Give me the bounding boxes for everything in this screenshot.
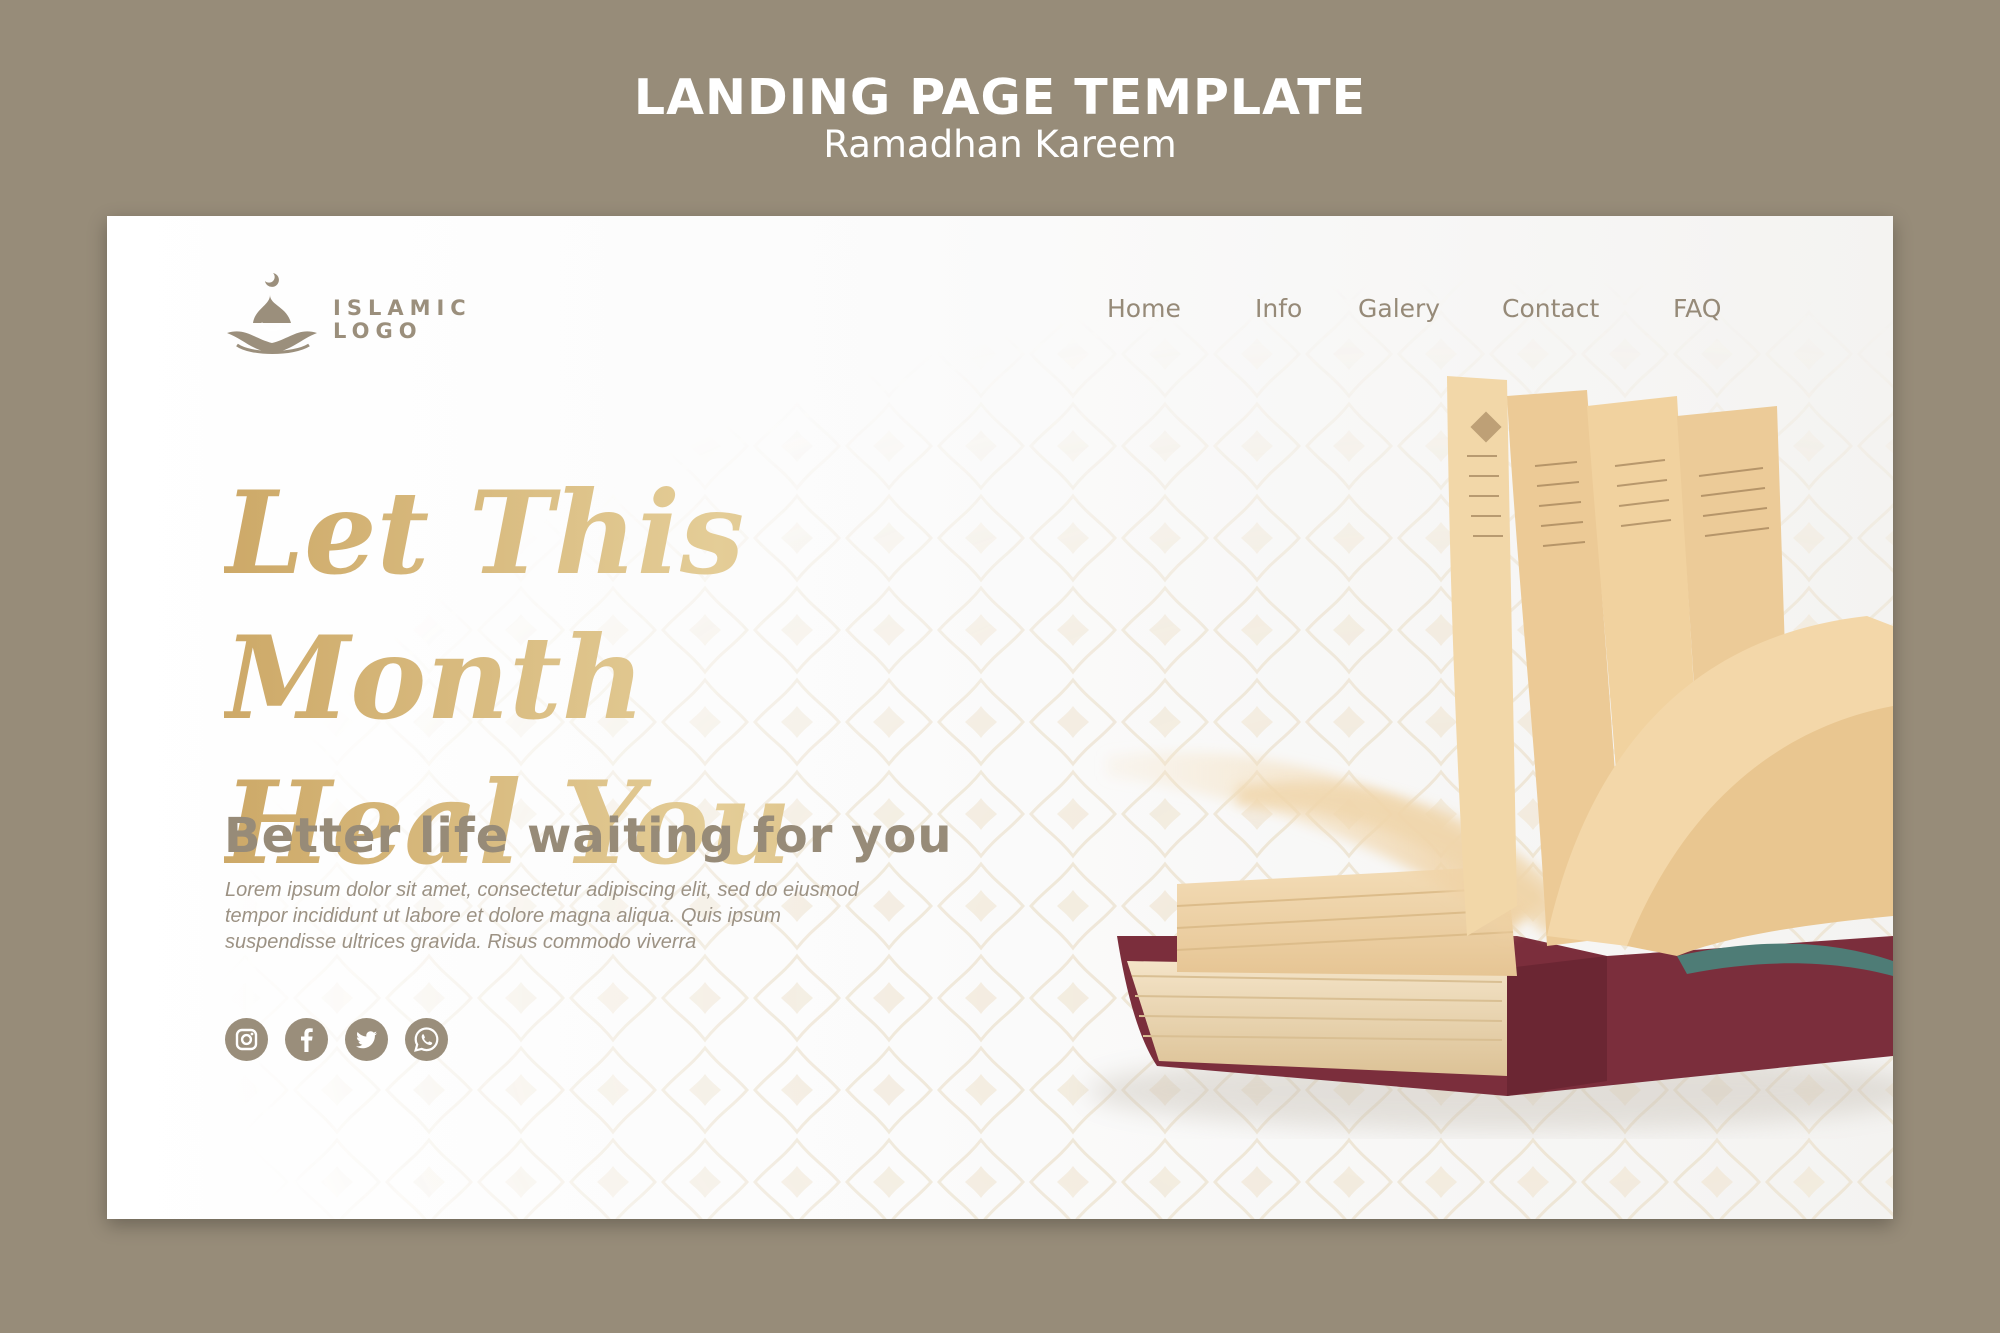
logo-line-2: LOGO <box>333 319 423 343</box>
instagram-icon[interactable] <box>225 1018 268 1061</box>
hero-body-line-3: suspendisse ultrices gravida. Risus comm… <box>225 931 697 953</box>
nav-galery[interactable]: Galery <box>1358 294 1440 323</box>
main-nav: Home Info Galery Contact FAQ <box>1107 294 1817 334</box>
hero-title-line-1: Let This Month <box>224 466 745 745</box>
landing-page-mockup: ISLAMIC LOGO Home Info Galery Contact FA… <box>107 216 1893 1219</box>
hero-body-text: Lorem ipsum dolor sit amet, consectetur … <box>225 877 915 955</box>
logo-line-1: ISLAMIC <box>333 296 472 320</box>
nav-faq[interactable]: FAQ <box>1673 294 1721 323</box>
brand-logo[interactable]: ISLAMIC LOGO <box>225 271 485 371</box>
whatsapp-icon[interactable] <box>405 1018 448 1061</box>
nav-info[interactable]: Info <box>1255 294 1302 323</box>
hero-body-line-1: Lorem ipsum dolor sit amet, consectetur … <box>225 879 859 901</box>
hero-body-line-2: tempor incididunt ut labore et dolore ma… <box>225 905 781 927</box>
nav-contact[interactable]: Contact <box>1502 294 1599 323</box>
hero-subtitle: Better life waiting for you <box>224 808 953 864</box>
page-header: LANDING PAGE TEMPLATE Ramadhan Kareem <box>0 0 2000 200</box>
logo-text: ISLAMIC LOGO <box>333 297 472 343</box>
page-title: LANDING PAGE TEMPLATE <box>633 69 1367 126</box>
social-links <box>225 1018 465 1062</box>
facebook-icon[interactable] <box>285 1018 328 1061</box>
nav-home[interactable]: Home <box>1107 294 1181 323</box>
twitter-icon[interactable] <box>345 1018 388 1061</box>
mosque-dome-icon <box>227 273 317 354</box>
page-subtitle: Ramadhan Kareem <box>823 123 1177 166</box>
